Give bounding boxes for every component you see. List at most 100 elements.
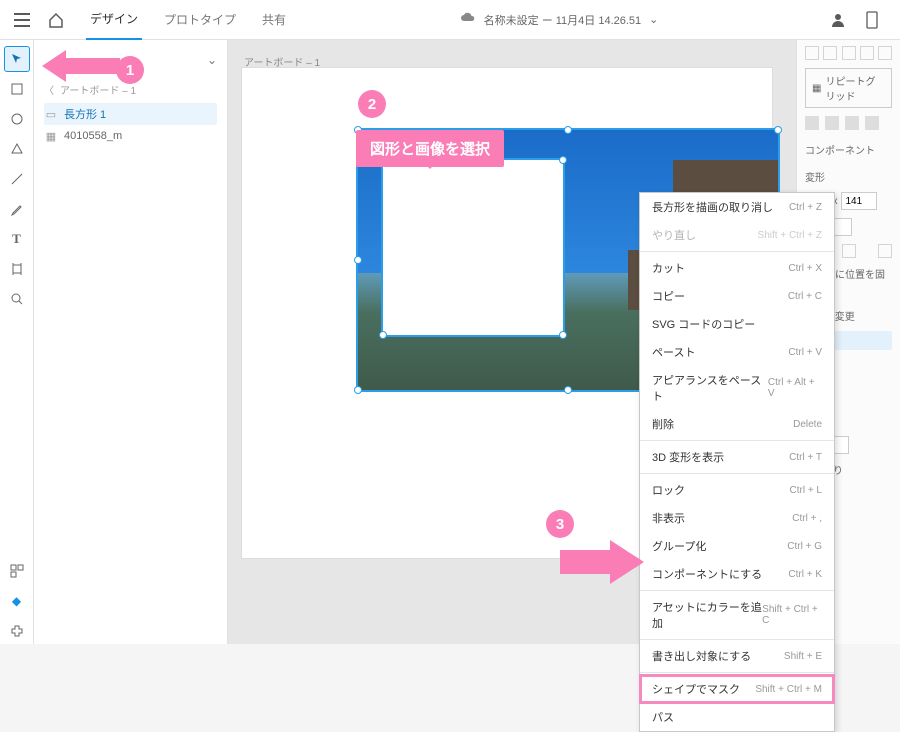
menu-item-shortcut: Ctrl + Alt + V — [768, 377, 822, 399]
profile-icon[interactable] — [828, 10, 848, 30]
menu-item-shortcut: Ctrl + C — [788, 291, 822, 302]
polygon-tool[interactable] — [4, 136, 30, 162]
pen-tool[interactable] — [4, 196, 30, 222]
layer-label: 4010558_m — [64, 130, 122, 142]
transform-label: 変形 — [805, 169, 892, 184]
context-menu-item[interactable]: 非表示 Ctrl + , — [640, 504, 834, 532]
selected-rectangle[interactable] — [383, 160, 563, 335]
context-menu-item[interactable]: 削除 Delete — [640, 410, 834, 438]
breadcrumb-back-icon[interactable]: 〈 — [44, 82, 54, 97]
menu-item-shortcut: Ctrl + Z — [789, 202, 822, 213]
annotation-arrow-1 — [42, 48, 120, 84]
cloud-icon — [460, 12, 476, 27]
menu-item-label: アピアランスをペースト — [652, 372, 768, 404]
menu-item-shortcut: Ctrl + V — [788, 347, 822, 358]
rectangle-tool[interactable] — [4, 76, 30, 102]
repeat-grid-button[interactable]: ▦ リピートグリッド — [805, 68, 892, 108]
layers-panel: ⌄ 〈 アートボード – 1 ▭ 長方形 1 ▦ 4010558_m — [34, 40, 228, 644]
zoom-tool[interactable] — [4, 286, 30, 312]
context-menu-item[interactable]: ロック Ctrl + L — [640, 476, 834, 504]
tab-share[interactable]: 共有 — [258, 0, 290, 40]
menu-item-label: ペースト — [652, 344, 695, 360]
menu-item-label: コンポーネントにする — [652, 566, 762, 582]
menu-item-label: カット — [652, 260, 685, 276]
menu-item-label: 長方形を描画の取り消し — [652, 199, 773, 215]
top-bar: デザイン プロトタイプ 共有 名称未設定 ー 11月4日 14.26.51 ⌄ — [0, 0, 900, 40]
title-text: 名称未設定 ー 11月4日 14.26.51 — [484, 12, 642, 28]
select-tool[interactable] — [4, 46, 30, 72]
menu-item-shortcut: Shift + Ctrl + Z — [758, 230, 822, 241]
menu-item-label: 3D 変形を表示 — [652, 449, 724, 465]
context-menu-item[interactable]: 書き出し対象にする Shift + E — [640, 642, 834, 670]
context-menu-item: やり直し Shift + Ctrl + Z — [640, 221, 834, 249]
tab-prototype[interactable]: プロトタイプ — [160, 0, 240, 40]
menu-item-label: シェイプでマスク — [652, 681, 740, 697]
menu-item-label: SVG コードのコピー — [652, 316, 755, 332]
context-menu-item[interactable]: グループ化 Ctrl + G — [640, 532, 834, 560]
layer-item[interactable]: ▦ 4010558_m — [44, 125, 217, 147]
context-menu-item[interactable]: SVG コードのコピー — [640, 310, 834, 338]
device-preview-icon[interactable] — [862, 10, 882, 30]
annotation-badge-3: 3 — [546, 510, 574, 538]
layer-item[interactable]: ▭ 長方形 1 — [44, 103, 217, 125]
mode-tabs: デザイン プロトタイプ 共有 — [86, 0, 290, 40]
hamburger-menu-icon[interactable] — [8, 6, 36, 34]
menu-item-shortcut: Shift + Ctrl + M — [755, 684, 822, 695]
menu-item-label: コピー — [652, 288, 685, 304]
layer-label: 長方形 1 — [64, 106, 106, 122]
menu-item-shortcut: Ctrl + K — [788, 569, 822, 580]
home-icon[interactable] — [42, 6, 70, 34]
context-menu-item[interactable]: コピー Ctrl + C — [640, 282, 834, 310]
menu-item-shortcut: Ctrl + L — [789, 485, 822, 496]
menu-item-label: 非表示 — [652, 510, 685, 526]
menu-item-label: 書き出し対象にする — [652, 648, 751, 664]
annotation-badge-2: 2 — [358, 90, 386, 118]
menu-item-shortcut: Ctrl + X — [788, 263, 822, 274]
image-layer-icon: ▦ — [44, 129, 58, 143]
menu-item-label: グループ化 — [652, 538, 706, 554]
breadcrumb: 〈 アートボード – 1 — [44, 82, 217, 97]
repeat-grid-label: リピートグリッド — [825, 73, 885, 103]
artboard-tool[interactable] — [4, 256, 30, 282]
line-tool[interactable] — [4, 166, 30, 192]
menu-item-shortcut: Ctrl + T — [789, 452, 822, 463]
menu-item-label: アセットにカラーを追加 — [652, 599, 762, 631]
x-input[interactable] — [841, 192, 877, 210]
context-menu-item[interactable]: 3D 変形を表示 Ctrl + T — [640, 443, 834, 471]
menu-item-shortcut: Shift + Ctrl + C — [762, 604, 822, 626]
assets-icon[interactable] — [4, 558, 30, 584]
context-menu: 長方形を描画の取り消し Ctrl + Z やり直し Shift + Ctrl + Z カ… — [639, 192, 835, 732]
context-menu-item[interactable]: パス — [640, 703, 834, 731]
breadcrumb-label[interactable]: アートボード – 1 — [60, 82, 136, 97]
menu-item-label: やり直し — [652, 227, 696, 243]
menu-item-label: パス — [652, 709, 674, 725]
grid-icon: ▦ — [812, 83, 821, 94]
menu-item-shortcut: Ctrl + , — [792, 513, 822, 524]
boolean-ops[interactable] — [805, 116, 892, 130]
menu-item-label: ロック — [652, 482, 685, 498]
context-menu-item[interactable]: ペースト Ctrl + V — [640, 338, 834, 366]
annotation-badge-1: 1 — [116, 56, 144, 84]
tab-design[interactable]: デザイン — [86, 0, 142, 40]
context-menu-item[interactable]: アピアランスをペーストCtrl + Alt + V — [640, 366, 834, 410]
menu-item-shortcut: Shift + E — [784, 651, 822, 662]
component-label: コンポーネント — [805, 142, 892, 157]
tool-column: T ◆ — [0, 40, 34, 644]
context-menu-item[interactable]: 長方形を描画の取り消し Ctrl + Z — [640, 193, 834, 221]
annotation-arrow-3 — [560, 540, 644, 594]
menu-item-shortcut: Delete — [793, 419, 822, 430]
layers-icon[interactable]: ◆ — [4, 588, 30, 614]
align-buttons[interactable] — [805, 46, 892, 60]
menu-item-shortcut: Ctrl + G — [787, 541, 822, 552]
context-menu-item[interactable]: カット Ctrl + X — [640, 254, 834, 282]
plugins-icon[interactable] — [4, 618, 30, 644]
ellipse-tool[interactable] — [4, 106, 30, 132]
document-title: 名称未設定 ー 11月4日 14.26.51 ⌄ — [296, 12, 822, 28]
context-menu-item[interactable]: コンポーネントにする Ctrl + K — [640, 560, 834, 588]
context-menu-item[interactable]: アセットにカラーを追加Shift + Ctrl + C — [640, 593, 834, 637]
text-tool[interactable]: T — [4, 226, 30, 252]
chevron-down-icon[interactable]: ⌄ — [649, 13, 658, 26]
artboard-label[interactable]: アートボード – 1 — [244, 54, 320, 69]
menu-item-label: 削除 — [652, 416, 674, 432]
context-menu-item[interactable]: シェイプでマスク Shift + Ctrl + M — [640, 675, 834, 703]
